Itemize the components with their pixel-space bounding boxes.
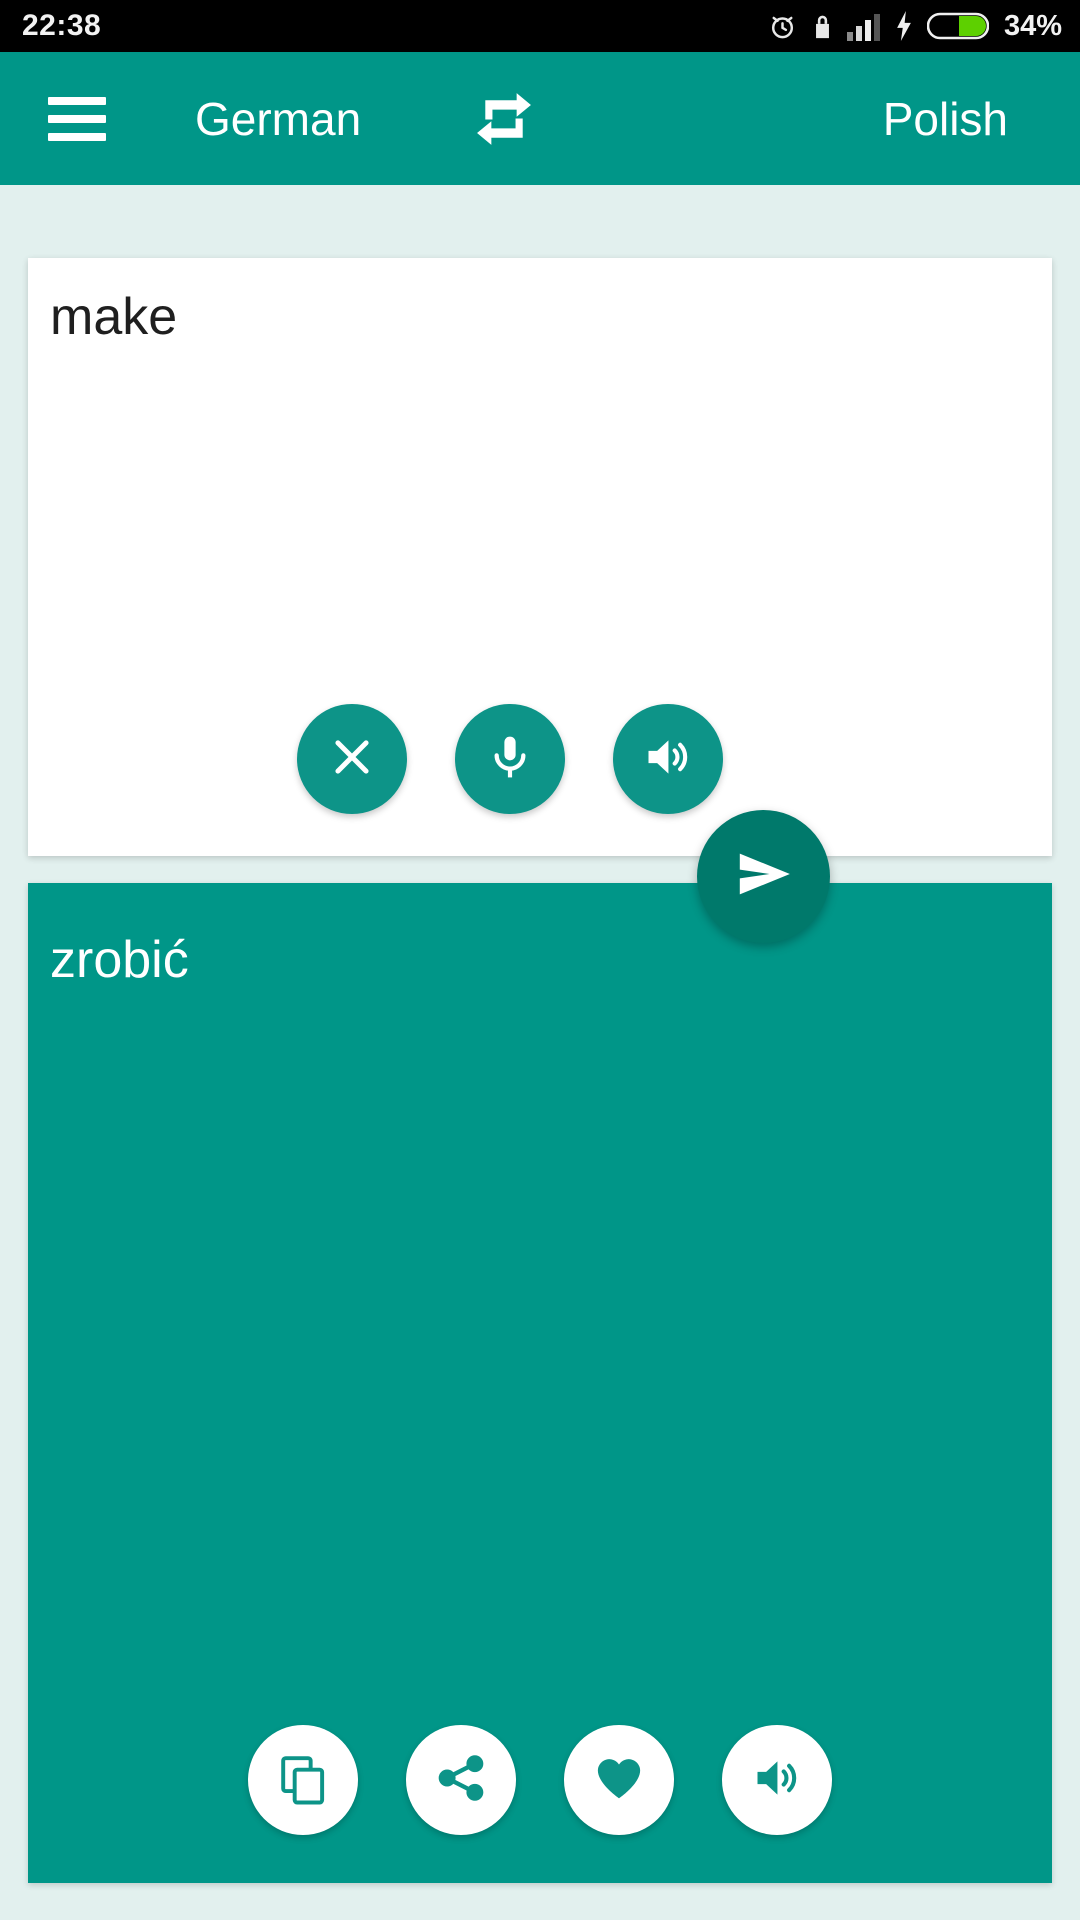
send-icon <box>731 841 797 912</box>
copy-button[interactable] <box>248 1725 358 1835</box>
speak-target-button[interactable] <box>722 1725 832 1835</box>
source-text-card: make <box>28 258 1052 856</box>
translation-result-text: zrobić <box>50 931 189 989</box>
source-text-input[interactable]: make <box>50 288 177 348</box>
target-language-selector[interactable]: Polish <box>883 92 1008 146</box>
share-button[interactable] <box>406 1725 516 1835</box>
target-action-bar <box>28 1725 1052 1835</box>
clear-button[interactable] <box>297 704 407 814</box>
heart-icon <box>592 1751 646 1810</box>
speak-source-button[interactable] <box>613 704 723 814</box>
charging-bolt-icon <box>894 11 914 41</box>
source-language-selector[interactable]: German <box>195 92 361 146</box>
source-action-bar <box>28 704 1052 814</box>
alarm-icon <box>767 11 798 42</box>
lock-icon <box>811 11 834 42</box>
signal-icon <box>846 12 881 41</box>
microphone-button[interactable] <box>455 704 565 814</box>
favorite-button[interactable] <box>564 1725 674 1835</box>
speaker-icon <box>642 731 694 788</box>
hamburger-line <box>48 114 106 123</box>
speaker-icon <box>751 1752 803 1809</box>
app-screen: 22:38 34% German Polish make zrobić <box>0 0 1080 1920</box>
hamburger-line <box>48 132 106 141</box>
swap-languages-icon[interactable] <box>469 84 539 154</box>
copy-icon <box>276 1751 330 1810</box>
send-button[interactable] <box>697 810 830 943</box>
share-icon <box>435 1752 487 1809</box>
hamburger-line <box>48 96 106 105</box>
battery-icon <box>926 11 989 41</box>
status-clock: 22:38 <box>22 9 102 42</box>
hamburger-menu-icon[interactable] <box>48 96 106 141</box>
status-bar: 22:38 34% <box>0 0 1080 52</box>
close-icon <box>326 731 378 788</box>
target-text-card: zrobić <box>28 883 1052 1883</box>
status-icons: 34% <box>767 10 1062 43</box>
battery-percent-label: 34% <box>1003 9 1062 42</box>
app-bar: German Polish <box>0 52 1080 185</box>
microphone-icon <box>485 732 535 787</box>
